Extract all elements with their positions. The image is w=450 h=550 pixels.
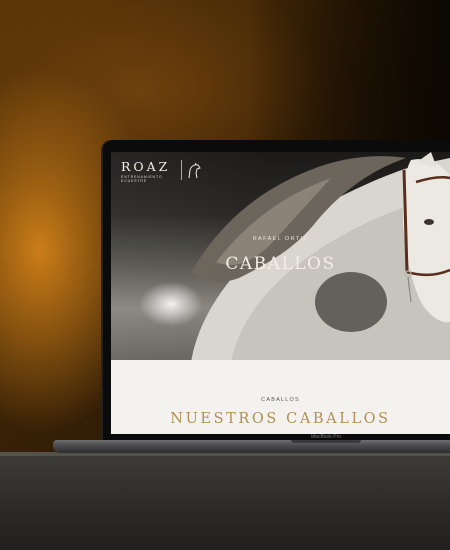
logo-wordmark: ROAZ <box>121 159 171 174</box>
hero-section: ROAZ ENTRENAMIENTO ECUESTRE RAFAEL ORTIZ… <box>111 152 450 360</box>
horses-section: CABALLOS NUESTROS CABALLOS <box>111 360 450 434</box>
site-logo[interactable]: ROAZ ENTRENAMIENTO ECUESTRE <box>121 160 203 186</box>
section-kicker: CABALLOS <box>261 397 300 403</box>
hero-title: CABALLOS <box>225 254 336 274</box>
laptop-base <box>53 440 450 453</box>
laptop-notch <box>291 440 361 443</box>
logo-tagline: ENTRENAMIENTO ECUESTRE <box>121 175 163 183</box>
horse-head-icon <box>188 162 201 179</box>
section-title: NUESTROS CABALLOS <box>170 411 391 427</box>
hero-kicker: RAFAEL ORTIZ <box>252 236 309 242</box>
laptop-screen: ROAZ ENTRENAMIENTO ECUESTRE RAFAEL ORTIZ… <box>111 152 450 434</box>
floor-surface <box>0 452 450 550</box>
logo-divider <box>181 160 182 180</box>
device-label: MacBook Pro <box>311 434 342 440</box>
